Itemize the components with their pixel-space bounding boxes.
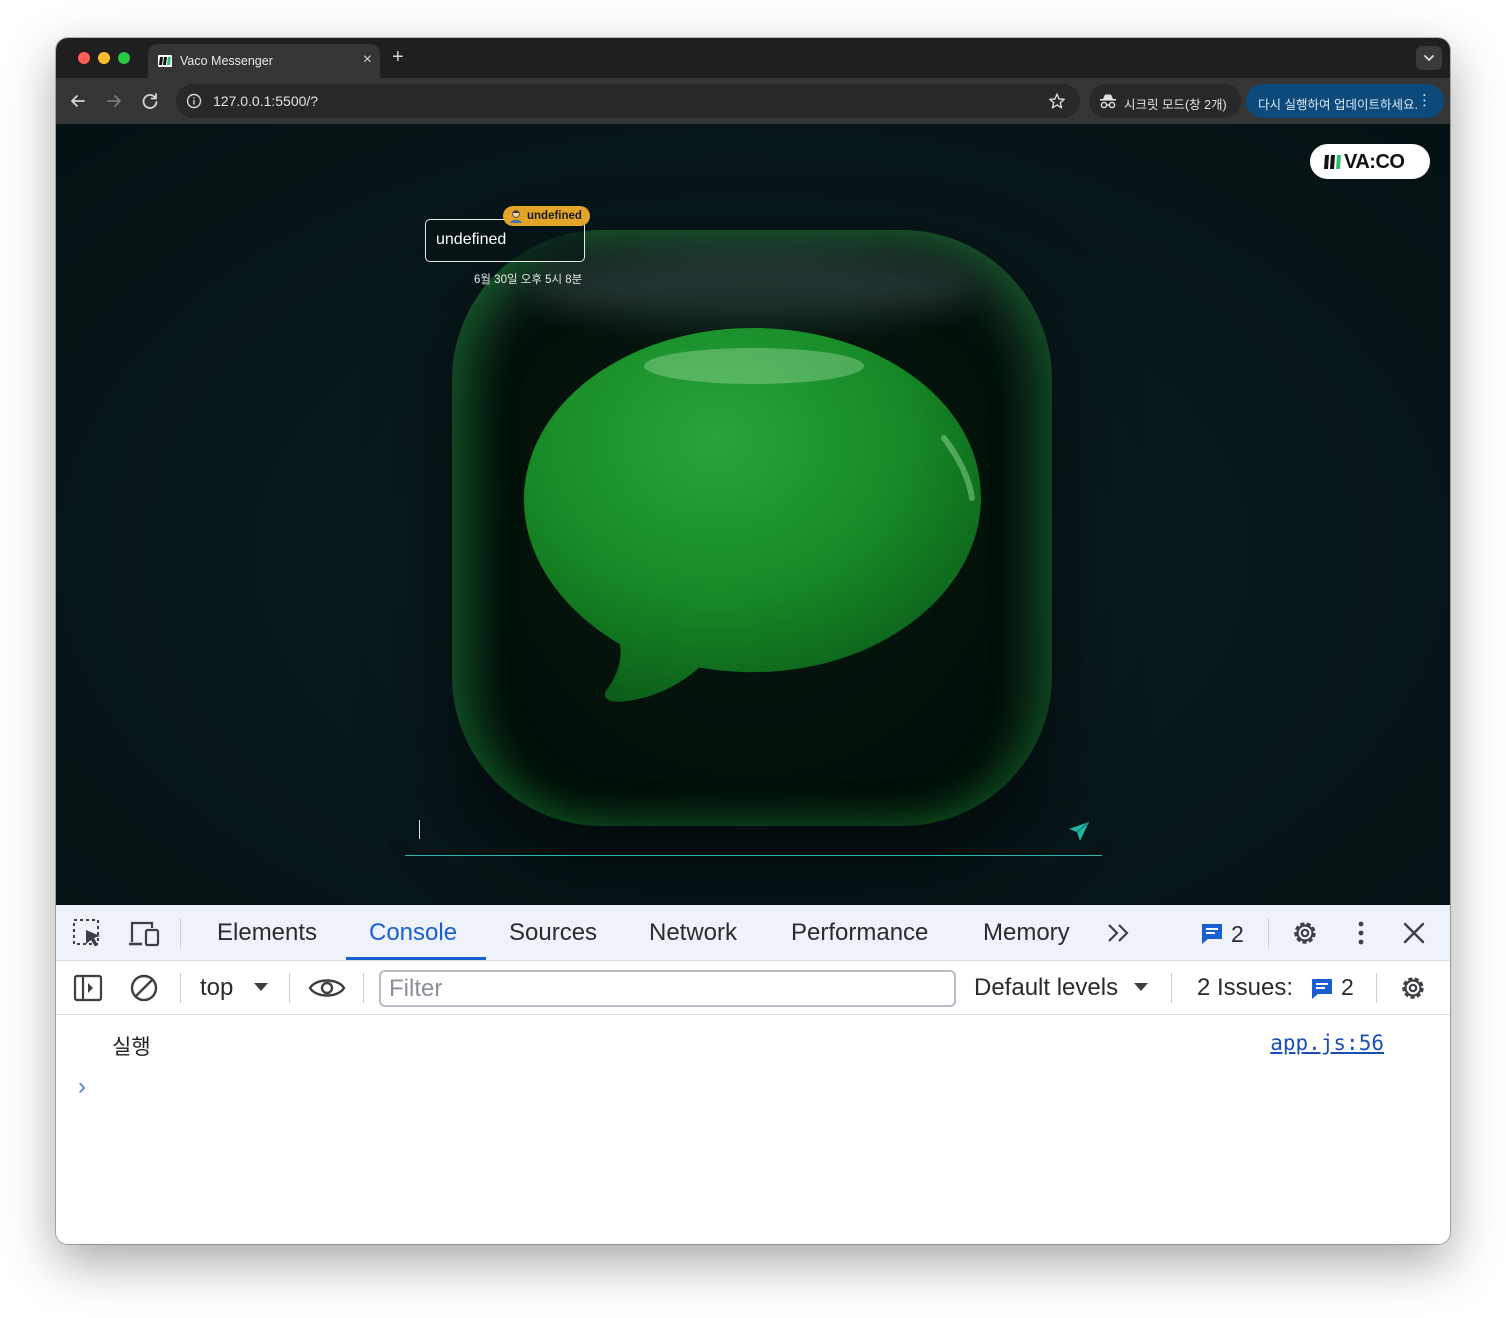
- dropdown-triangle-icon: [1134, 983, 1148, 991]
- toolbar-separator: [289, 973, 290, 1003]
- close-devtools-icon[interactable]: [1398, 918, 1430, 948]
- sender-name: undefined: [527, 210, 582, 222]
- tab-strip: Vaco Messenger × +: [56, 38, 1450, 78]
- toolbar-separator: [1268, 918, 1269, 948]
- tab-close-icon[interactable]: ×: [363, 51, 372, 69]
- devtools-panel: Elements Console Sources Network Perform…: [56, 905, 1450, 1244]
- toolbar-separator: [180, 973, 181, 1003]
- chat-bubble-illustration: [524, 328, 981, 702]
- vaco-mark-icon: [1324, 155, 1341, 169]
- incognito-indicator[interactable]: 시크릿 모드(창 2개): [1089, 84, 1241, 118]
- chevron-down-icon: [1424, 55, 1434, 62]
- toolbar-separator: [1376, 973, 1377, 1003]
- console-log-source-link[interactable]: app.js:56: [1270, 1031, 1384, 1055]
- address-bar[interactable]: 127.0.0.1:5500/?: [176, 84, 1080, 118]
- messages-icon[interactable]: [1197, 918, 1229, 948]
- toolbar-separator: [363, 973, 364, 1003]
- tab-memory[interactable]: Memory: [983, 919, 1070, 947]
- hero-glare: [532, 254, 972, 324]
- tab-network[interactable]: Network: [649, 919, 737, 947]
- customize-menu-icon[interactable]: [1345, 918, 1377, 948]
- issues-icon[interactable]: [1307, 973, 1339, 1003]
- clear-console-icon[interactable]: [128, 973, 160, 1003]
- message-text: undefined: [436, 231, 507, 248]
- back-arrow-icon[interactable]: [67, 90, 89, 112]
- forward-arrow-icon[interactable]: [103, 90, 125, 112]
- tab-elements[interactable]: Elements: [217, 919, 317, 947]
- console-output: 실행 app.js:56 ›: [56, 1015, 1450, 1244]
- browser-toolbar: 127.0.0.1:5500/? 시크릿 모드(창 2개) 다시 실행하여 업데…: [56, 78, 1450, 124]
- message-timestamp: 6월 30일 오후 5시 8분: [474, 274, 583, 286]
- vaco-favicon-icon: [158, 55, 172, 67]
- context-label: top: [200, 974, 234, 1001]
- new-tab-button[interactable]: +: [392, 46, 404, 68]
- issues-label[interactable]: 2 Issues:: [1197, 974, 1293, 1002]
- tab-console[interactable]: Console: [369, 919, 457, 947]
- browser-window: Vaco Messenger × + 127.0.0.1:5500/? 시크릿 …: [56, 38, 1450, 1244]
- close-window-button[interactable]: [78, 52, 90, 64]
- tab-sources[interactable]: Sources: [509, 919, 597, 947]
- more-tabs-icon[interactable]: [1104, 918, 1136, 948]
- browser-tab[interactable]: Vaco Messenger ×: [148, 44, 380, 78]
- incognito-label: 시크릿 모드(창 2개): [1124, 98, 1227, 112]
- sender-badge: undefined: [503, 206, 590, 226]
- site-info-icon[interactable]: [186, 93, 202, 109]
- logo-text: VA:CO: [1344, 151, 1405, 173]
- vaco-logo[interactable]: VA:CO: [1310, 144, 1430, 179]
- minimize-window-button[interactable]: [98, 52, 110, 64]
- issues-count[interactable]: 2: [1341, 974, 1354, 1001]
- console-settings-gear-icon[interactable]: [1397, 973, 1429, 1003]
- user-avatar-icon: [510, 210, 522, 223]
- relaunch-update-button[interactable]: 다시 실행하여 업데이트하세요. ⋮: [1246, 84, 1444, 118]
- sidebar-toggle-icon[interactable]: [72, 973, 104, 1003]
- settings-gear-icon[interactable]: [1289, 918, 1321, 948]
- console-filter-input[interactable]: [379, 970, 956, 1007]
- tab-title: Vaco Messenger: [180, 54, 273, 68]
- console-prompt-chevron-icon[interactable]: ›: [78, 1073, 86, 1101]
- toolbar-separator: [1171, 973, 1172, 1003]
- zoom-window-button[interactable]: [118, 52, 130, 64]
- tab-search-button[interactable]: [1416, 46, 1442, 70]
- live-expression-eye-icon[interactable]: [308, 973, 346, 1003]
- url-text[interactable]: 127.0.0.1:5500/?: [213, 93, 318, 109]
- tab-performance[interactable]: Performance: [791, 919, 928, 947]
- send-icon[interactable]: [1068, 820, 1090, 842]
- console-filter-bar: top Default levels 2 Issues:: [56, 961, 1450, 1015]
- kebab-menu-icon[interactable]: ⋮: [1417, 92, 1432, 110]
- update-label: 다시 실행하여 업데이트하세요.: [1258, 98, 1418, 112]
- reload-icon[interactable]: [139, 90, 161, 112]
- console-log-message: 실행: [112, 1036, 151, 1059]
- messages-count[interactable]: 2: [1231, 921, 1244, 948]
- page-viewport: VA:CO undefined undefined 6월 30일 오후 5시 8…: [56, 124, 1450, 905]
- text-caret: [419, 820, 420, 839]
- log-levels-label: Default levels: [974, 974, 1119, 1001]
- inspect-element-icon[interactable]: [72, 918, 104, 948]
- bookmark-star-icon[interactable]: [1048, 92, 1066, 110]
- message-input[interactable]: [405, 812, 1102, 856]
- dropdown-triangle-icon: [254, 983, 268, 991]
- active-tab-indicator: [346, 957, 486, 960]
- toolbar-separator: [180, 918, 181, 948]
- incognito-icon: [1100, 94, 1116, 109]
- devtools-tabbar: Elements Console Sources Network Perform…: [56, 905, 1450, 961]
- device-toolbar-icon[interactable]: [128, 918, 160, 948]
